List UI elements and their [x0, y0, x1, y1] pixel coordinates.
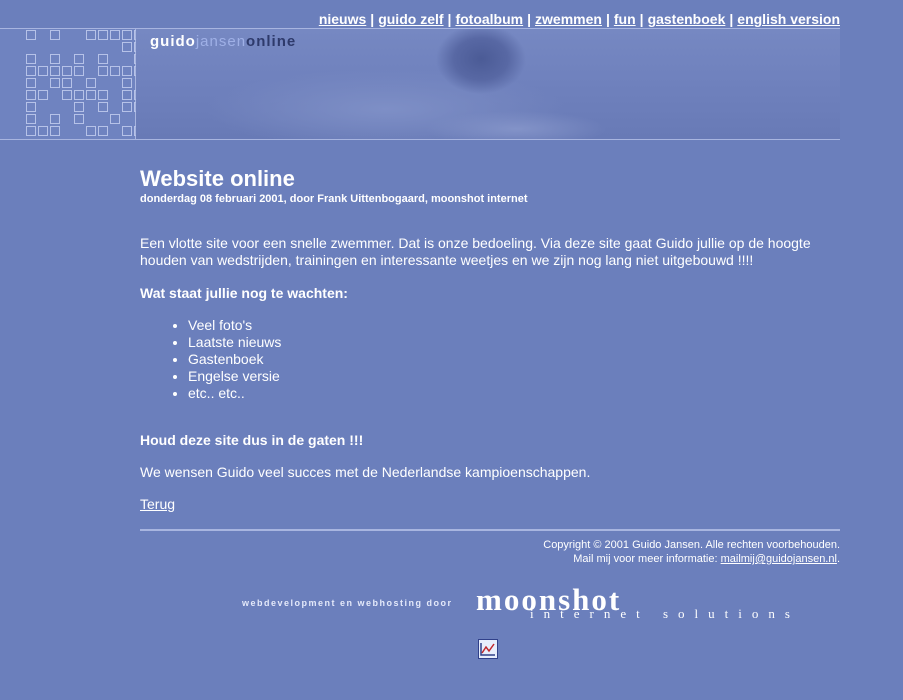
list-item: Veel foto's [188, 317, 840, 334]
grid-square [62, 66, 72, 76]
chart-icon-graphic [479, 640, 497, 658]
mail-suffix: . [836, 553, 840, 565]
grid-square [98, 102, 108, 112]
nav-link-nieuws[interactable]: nieuws [319, 11, 366, 27]
article-intro: Een vlotte site voor een snelle zwemmer.… [140, 235, 811, 268]
grid-square [50, 114, 60, 124]
grid-square [98, 126, 108, 136]
top-navigation: nieuws | guido zelf | fotoalbum | zwemmen | fun |… [319, 11, 840, 27]
article-subhead: Wat staat jullie nog te wachten: [140, 285, 348, 301]
copyright-text: Copyright © 2001 Guido Jansen. Alle rech… [543, 539, 840, 551]
nav-link-gastenboek[interactable]: gastenboek [648, 11, 726, 27]
nav-separator: | [605, 11, 610, 27]
site-logo: guidojansenonline [150, 33, 296, 50]
grid-square [86, 90, 96, 100]
back-link[interactable]: Terug [140, 496, 175, 512]
grid-square [26, 102, 36, 112]
list-item: etc.. etc.. [188, 385, 840, 402]
grid-square [110, 66, 120, 76]
grid-square [74, 114, 84, 124]
nav-link-zwemmen[interactable]: zwemmen [535, 11, 602, 27]
grid-square [122, 78, 132, 88]
grid-square [74, 54, 84, 64]
grid-square [50, 126, 60, 136]
grid-square [26, 54, 36, 64]
grid-square [26, 114, 36, 124]
list-item: Laatste nieuws [188, 334, 840, 351]
grid-square [86, 126, 96, 136]
feature-list: Veel foto's Laatste nieuws Gastenboek En… [140, 317, 840, 402]
grid-square [74, 102, 84, 112]
grid-square [98, 54, 108, 64]
grid-square [98, 30, 108, 40]
grid-square [26, 126, 36, 136]
grid-square [122, 66, 132, 76]
grid-square [26, 30, 36, 40]
grid-square [110, 114, 120, 124]
mail-prefix: Mail mij voor meer informatie: [573, 553, 721, 565]
nav-link-guido-zelf[interactable]: guido zelf [378, 11, 443, 27]
logo-part-jansen: jansen [195, 33, 247, 50]
grid-square [38, 66, 48, 76]
grid-square [122, 30, 132, 40]
header-banner: guidojansenonline [0, 28, 840, 140]
grid-square [110, 30, 120, 40]
grid-square [122, 42, 132, 52]
grid-square [50, 66, 60, 76]
grid-square [50, 30, 60, 40]
mail-link[interactable]: mailmij@guidojansen.nl [721, 553, 837, 565]
list-item: Gastenboek [188, 351, 840, 368]
article-wish: We wensen Guido veel succes met de Neder… [140, 464, 591, 480]
article-title: Website online [140, 166, 295, 191]
chart-icon[interactable] [478, 639, 498, 659]
grid-square [50, 78, 60, 88]
grid-square [26, 66, 36, 76]
grid-square [74, 66, 84, 76]
grid-square [50, 54, 60, 64]
grid-square [86, 30, 96, 40]
logo-part-online: online [246, 33, 297, 50]
moonshot-subtitle: internet solutions [530, 606, 800, 621]
grid-square [98, 66, 108, 76]
logo-part-guido: guido [150, 33, 196, 50]
nav-separator: | [370, 11, 375, 27]
nav-link-fotoalbum[interactable]: fotoalbum [455, 11, 523, 27]
footer-divider [140, 529, 840, 531]
grid-square [86, 78, 96, 88]
grid-square [62, 90, 72, 100]
moonshot-label: webdevelopment en webhosting door [242, 598, 453, 608]
copyright-block: Copyright © 2001 Guido Jansen. Alle rech… [543, 538, 840, 566]
grid-square [122, 102, 132, 112]
article-byline: donderdag 08 februari 2001, door Frank U… [140, 193, 528, 205]
grid-square [122, 90, 132, 100]
list-item: Engelse versie [188, 368, 840, 385]
article-slogan: Houd deze site dus in de gaten !!! [140, 432, 364, 448]
nav-separator: | [447, 11, 452, 27]
mail-line: Mail mij voor meer informatie: mailmij@g… [543, 552, 840, 566]
grid-square [26, 78, 36, 88]
nav-separator: | [639, 11, 644, 27]
nav-separator: | [729, 11, 734, 27]
grid-square [74, 90, 84, 100]
nav-separator: | [527, 11, 532, 27]
grid-square [38, 126, 48, 136]
nav-link-fun[interactable]: fun [614, 11, 636, 27]
grid-square [26, 90, 36, 100]
grid-square [98, 90, 108, 100]
grid-square [122, 126, 132, 136]
grid-square [62, 78, 72, 88]
article: Website online donderdag 08 februari 200… [140, 166, 840, 514]
nav-link-english-version[interactable]: english version [737, 11, 840, 27]
decorative-grid-pattern [0, 29, 144, 139]
grid-square [38, 90, 48, 100]
